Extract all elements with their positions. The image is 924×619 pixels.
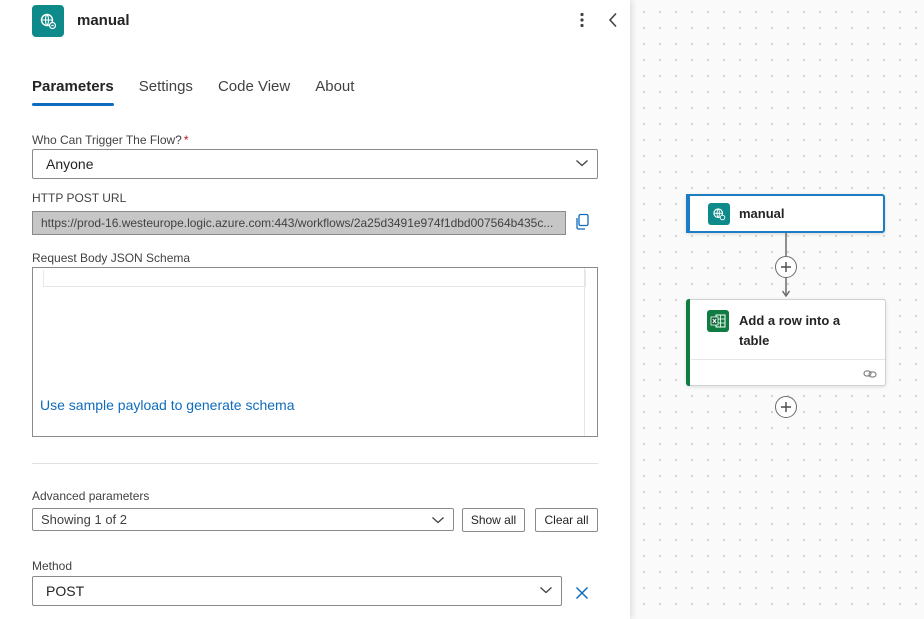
flow-node-add-row[interactable]: Add a row into a table: [686, 299, 886, 386]
section-divider: [32, 463, 598, 464]
chevron-down-icon: [540, 587, 552, 594]
flow-node-manual[interactable]: manual: [686, 194, 885, 233]
advanced-parameters-dropdown[interactable]: Showing 1 of 2: [32, 508, 454, 531]
tab-parameters[interactable]: Parameters: [32, 76, 114, 106]
tab-code-view[interactable]: Code View: [218, 76, 290, 106]
node-accent-bar: [686, 299, 690, 386]
panel-header: manual: [0, 0, 630, 44]
chevron-down-icon: [432, 517, 444, 524]
copy-icon[interactable]: [574, 213, 592, 233]
tab-about[interactable]: About: [315, 76, 354, 106]
panel-title: manual: [77, 12, 130, 29]
chevron-down-icon: [576, 160, 588, 167]
node-footer: [691, 359, 885, 385]
show-all-button[interactable]: Show all: [462, 508, 525, 532]
plus-icon: [781, 402, 791, 412]
node-selected-accent: [686, 194, 690, 233]
clear-all-button[interactable]: Clear all: [535, 508, 598, 532]
request-body-schema-label: Request Body JSON Schema: [32, 251, 191, 265]
schema-editor-line: [43, 270, 586, 287]
node-title: manual: [739, 206, 785, 221]
schema-editor-scrollbar[interactable]: [584, 268, 585, 436]
required-mark: *: [183, 133, 189, 147]
who-can-trigger-label-text: Who Can Trigger The Flow?: [32, 133, 182, 147]
excel-icon: [707, 310, 729, 332]
http-post-url-field[interactable]: https://prod-16.westeurope.logic.azure.c…: [32, 211, 566, 235]
more-options-icon[interactable]: [574, 8, 590, 32]
details-panel: manual Parameters Settings Code View Abo…: [0, 0, 630, 619]
panel-tabs: Parameters Settings Code View About: [32, 76, 379, 110]
http-post-url-label: HTTP POST URL: [32, 191, 127, 205]
node-title: Add a row into a table: [739, 313, 841, 348]
method-dropdown[interactable]: POST: [32, 576, 562, 606]
who-can-trigger-label: Who Can Trigger The Flow? *: [32, 133, 189, 147]
add-step-button[interactable]: [775, 396, 797, 418]
advanced-parameters-label: Advanced parameters: [32, 489, 150, 503]
link-icon: [863, 370, 877, 378]
method-label: Method: [32, 559, 73, 573]
remove-parameter-button[interactable]: [572, 582, 592, 604]
tab-settings[interactable]: Settings: [139, 76, 193, 106]
close-icon: [575, 586, 589, 600]
http-trigger-icon: [708, 203, 730, 225]
insert-step-button[interactable]: [775, 256, 797, 278]
who-can-trigger-value: Anyone: [46, 156, 94, 172]
advanced-parameters-value: Showing 1 of 2: [41, 512, 128, 527]
plus-icon: [781, 262, 791, 272]
collapse-panel-icon[interactable]: [604, 8, 622, 32]
generate-schema-link[interactable]: Use sample payload to generate schema: [40, 397, 294, 413]
http-trigger-icon: [32, 5, 64, 37]
request-body-schema-editor[interactable]: Use sample payload to generate schema: [32, 267, 598, 437]
method-value: POST: [46, 583, 85, 599]
who-can-trigger-dropdown[interactable]: Anyone: [32, 149, 598, 179]
